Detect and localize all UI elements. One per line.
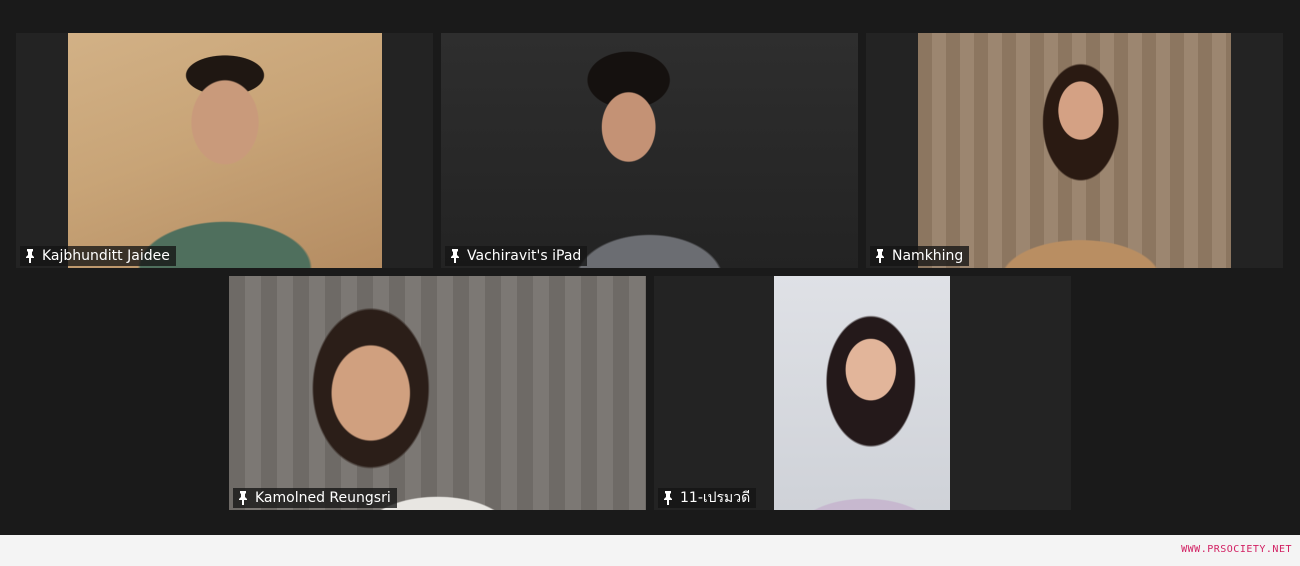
participant-name: Vachiravit's iPad: [467, 248, 582, 264]
participant-tile-kamolned[interactable]: Kamolned Reungsri: [229, 276, 646, 510]
participant-video: [68, 33, 382, 268]
pin-icon[interactable]: [874, 249, 886, 263]
participant-name: Kajbhunditt Jaidee: [42, 248, 170, 264]
participant-name-tag: Vachiravit's iPad: [445, 246, 588, 266]
participant-tile-namkhing[interactable]: Namkhing: [866, 33, 1283, 268]
participant-name: Namkhing: [892, 248, 964, 264]
participant-name-tag: Kajbhunditt Jaidee: [20, 246, 176, 266]
pin-icon[interactable]: [237, 491, 249, 505]
pin-icon[interactable]: [24, 249, 36, 263]
participant-video: [774, 276, 950, 510]
participant-tile-premwadee[interactable]: 11-เปรมวดี: [654, 276, 1071, 510]
pin-icon[interactable]: [449, 249, 461, 263]
participant-video: [918, 33, 1231, 268]
participant-video: [441, 33, 858, 268]
participant-name: Kamolned Reungsri: [255, 490, 391, 506]
participant-name: 11-เปรมวดี: [680, 490, 751, 506]
participant-tile-vachiravit[interactable]: Vachiravit's iPad: [441, 33, 858, 268]
pin-icon[interactable]: [662, 491, 674, 505]
participant-video: [229, 276, 646, 510]
participant-name-tag: 11-เปรมวดี: [658, 488, 757, 508]
footer-bar: WWW.PRSOCIETY.NET: [0, 535, 1300, 566]
participant-name-tag: Kamolned Reungsri: [233, 488, 397, 508]
video-gallery: Kajbhunditt Jaidee Vachiravit's iPad Nam…: [0, 0, 1300, 535]
participant-tile-kajbhunditt[interactable]: Kajbhunditt Jaidee: [16, 33, 433, 268]
participant-name-tag: Namkhing: [870, 246, 970, 266]
watermark: WWW.PRSOCIETY.NET: [1181, 544, 1292, 555]
